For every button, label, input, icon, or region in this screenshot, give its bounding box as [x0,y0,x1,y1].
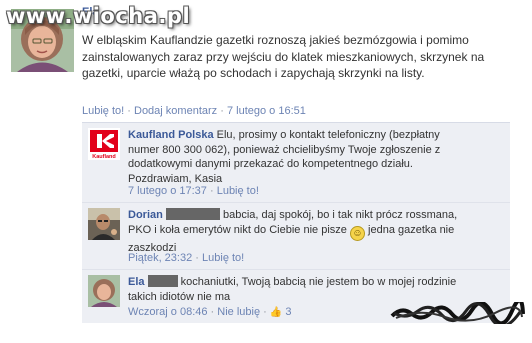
meta-separator: · [220,105,224,117]
like-count[interactable]: 3 [285,306,291,318]
comment-avatar-kaufland-logo[interactable]: Kaufland [88,128,120,160]
comment-text-2: Dorian babcia, daj spokój, bo i tak nikt… [128,208,474,255]
comment-like-link[interactable]: Lubię to! [202,252,244,264]
kaufland-logo-text: Kaufland [92,154,116,160]
post-like-link[interactable]: Lubię to! [82,105,124,117]
comment-author-kaufland[interactable]: Kaufland Polska [128,129,214,141]
comment-avatar-dorian[interactable] [88,208,120,240]
meta-separator: · [127,105,131,117]
comment-author-ela[interactable]: Ela [128,276,145,288]
meta-separator: · [210,306,215,318]
redacted-surname [165,208,220,220]
meta-separator: · [263,306,267,318]
avatar-photo-image [88,208,120,240]
comment-like-link[interactable]: Lubię to! [217,185,259,197]
comment-meta-3: Wczoraj o 08:46 · Nie lubię · 👍 3 [128,306,292,318]
comment-avatar-ela[interactable] [88,275,120,307]
meta-separator: · [195,252,199,264]
smiley-emoticon-icon: ☺ [349,225,365,241]
site-watermark: www.wiocha.pl [6,4,191,28]
thumbs-up-icon[interactable]: 👍 [270,307,282,318]
comment-text-1: Kaufland Polska Elu, prosimy o kontakt t… [128,128,474,186]
redaction-scribble [390,302,525,324]
post-comment-link[interactable]: Dodaj komentarz [134,105,217,117]
redacted-surname [147,275,178,287]
post-text: W elbląskim Kauflandzie gazetki roznoszą… [82,33,485,80]
comment-text-3: Ela kochaniutki, Twoją babcią nie jestem… [128,275,474,304]
post-meta: Lubię to! · Dodaj komentarz · 7 lutego o… [82,105,306,117]
post-timestamp[interactable]: 7 lutego o 16:51 [227,105,306,117]
comment-divider [82,269,510,270]
comment-meta-1: 7 lutego o 17:37 · Lubię to! [128,185,259,197]
meta-separator: · [209,185,214,197]
comment-author-dorian[interactable]: Dorian [128,209,163,221]
comment-meta-2: Piątek, 23:32 · Lubię to! [128,252,244,264]
comment-timestamp[interactable]: Piątek, 23:32 [128,252,192,264]
kaufland-logo-icon: Kaufland [88,128,120,160]
comment-unlike-link[interactable]: Nie lubię [217,306,260,318]
comment-timestamp[interactable]: Wczoraj o 08:46 [128,306,207,318]
comment-divider [82,202,510,203]
comment-timestamp[interactable]: 7 lutego o 17:37 [128,185,207,197]
avatar-photo-image [88,275,120,307]
comment-body: kochaniutki, Twoją babcią nie jestem bo … [128,276,457,303]
